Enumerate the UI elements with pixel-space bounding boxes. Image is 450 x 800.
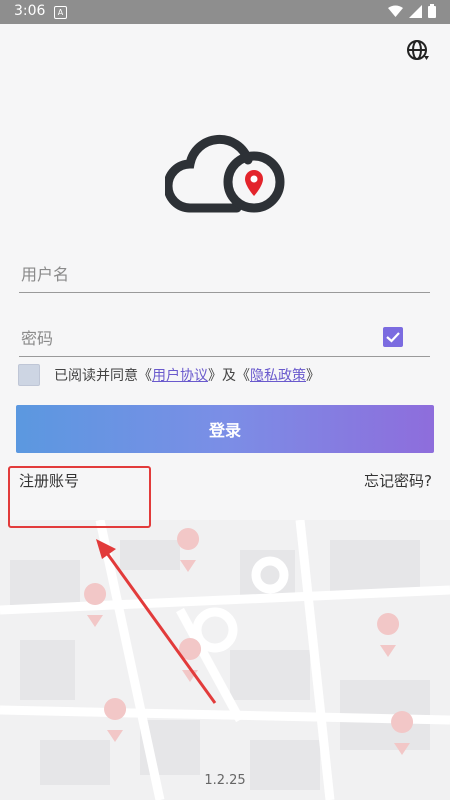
battery-icon bbox=[428, 4, 436, 18]
agreement-text: 已阅读并同意《用户协议》及《隐私政策》 bbox=[54, 365, 320, 385]
bracket-open: 《 bbox=[138, 368, 152, 384]
check-icon bbox=[386, 332, 400, 343]
password-input[interactable] bbox=[19, 324, 363, 352]
signal-icon bbox=[409, 4, 422, 18]
agreement-checkbox[interactable] bbox=[18, 364, 40, 386]
agreement-prefix: 已阅读并同意 bbox=[54, 368, 138, 384]
annotation-arrow bbox=[96, 539, 217, 704]
agreement-conjunction: 及 bbox=[222, 368, 236, 384]
password-visibility-toggle[interactable] bbox=[383, 327, 403, 347]
privacy-policy-link[interactable]: 隐私政策 bbox=[250, 368, 306, 384]
notification-a-icon: A bbox=[54, 6, 67, 19]
username-input[interactable] bbox=[19, 260, 363, 288]
agreement-row: 已阅读并同意《用户协议》及《隐私政策》 bbox=[18, 362, 320, 388]
wifi-icon bbox=[388, 5, 403, 17]
bracket-open: 《 bbox=[236, 368, 250, 384]
username-field bbox=[19, 256, 430, 293]
login-button[interactable]: 登录 bbox=[16, 405, 434, 453]
globe-icon bbox=[407, 40, 429, 60]
bracket-close: 》 bbox=[306, 368, 320, 384]
status-time: 3:06 bbox=[14, 3, 46, 19]
annotation-highlight-box bbox=[8, 466, 151, 528]
status-icons bbox=[388, 4, 436, 18]
app-version: 1.2.25 bbox=[204, 773, 246, 788]
status-bar: 3:06 A bbox=[0, 0, 450, 24]
cloud-location-pin-icon bbox=[165, 134, 285, 213]
bracket-close: 》 bbox=[208, 368, 222, 384]
password-field bbox=[19, 320, 430, 357]
user-agreement-link[interactable]: 用户协议 bbox=[152, 368, 208, 384]
language-button[interactable] bbox=[405, 38, 431, 64]
forgot-password-link[interactable]: 忘记密码? bbox=[364, 470, 432, 491]
